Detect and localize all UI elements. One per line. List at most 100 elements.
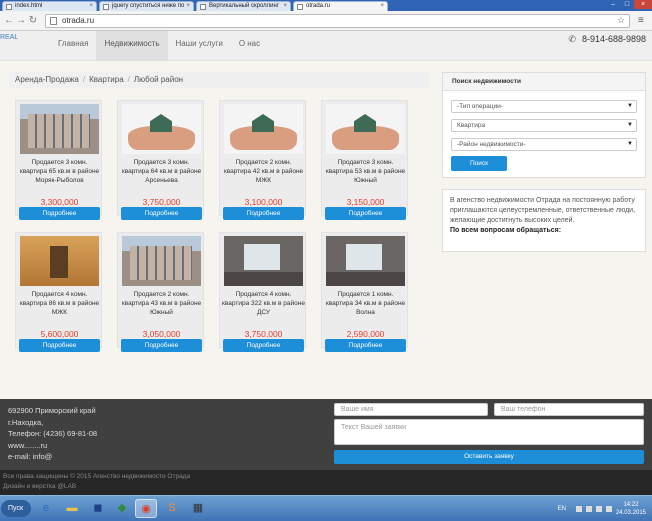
main-nav: Главная Недвижимость Наши услуги О нас <box>50 31 268 61</box>
language-indicator[interactable]: EN <box>558 506 566 512</box>
start-button[interactable]: Пуск <box>1 500 31 517</box>
listing-card: Продается 1 комн. квартира 34 кв.м в рай… <box>321 232 408 352</box>
listing-photo[interactable] <box>122 104 201 154</box>
listing-description: Продается 3 комн. квартира 65 кв.м в рай… <box>19 159 100 184</box>
footer-phone: Телефон: (4236) 69-81-08 <box>8 429 98 438</box>
listing-photo[interactable] <box>20 104 99 154</box>
system-tray: EN 14:22 24.03.2015 <box>492 498 652 519</box>
maximize-icon[interactable]: □ <box>620 0 634 9</box>
bookmark-star-icon[interactable]: ☆ <box>617 15 625 26</box>
window-controls: – □ × <box>606 0 652 11</box>
browser-tab[interactable]: jquery спуститься ниже по × <box>99 1 194 11</box>
site-footer: 692900 Приморский край г.Находка, Телефо… <box>0 399 652 470</box>
listing-photo[interactable] <box>122 236 201 286</box>
details-button[interactable]: Подробнее <box>223 339 304 352</box>
tray-icon[interactable] <box>575 505 582 512</box>
search-panel-title: Поиск недвижимости <box>443 73 645 91</box>
breadcrumb-item: Любой район <box>133 75 184 84</box>
tray-icon[interactable] <box>595 505 602 512</box>
dropdown-arrow-icon: ▼ <box>627 103 633 109</box>
sublime-icon[interactable]: S <box>161 499 183 518</box>
operation-type-select[interactable]: -Тип операции- ▼ <box>451 100 637 113</box>
listing-card: Продается 2 комн. квартира 42 кв.м в рай… <box>219 100 306 220</box>
breadcrumb-item[interactable]: Квартира <box>89 75 124 84</box>
footer-city: г.Находка, <box>8 417 44 427</box>
back-icon[interactable]: ← <box>3 15 15 26</box>
listing-photo[interactable] <box>326 236 405 286</box>
footer-contacts: 692900 Приморский край г.Находка, Телефо… <box>8 405 97 463</box>
nav-item-realty[interactable]: Недвижимость <box>96 31 168 61</box>
close-window-icon[interactable]: × <box>634 0 652 9</box>
listing-price: 3,150,000 <box>346 197 385 207</box>
breadcrumb-item[interactable]: Аренда-Продажа <box>15 75 79 84</box>
details-button[interactable]: Подробнее <box>223 207 304 220</box>
listing-price: 3,750,000 <box>244 329 283 339</box>
listing-photo[interactable] <box>224 236 303 286</box>
submit-request-button[interactable]: Оставить заявку <box>334 450 644 464</box>
listing-card: Продается 3 комн. квартира 64 кв.м в рай… <box>117 100 204 220</box>
tray-icon[interactable] <box>585 505 592 512</box>
folder-icon[interactable]: ▬ <box>61 499 83 518</box>
listing-card: Продается 3 комн. квартира 53 кв.м в рай… <box>321 100 408 220</box>
footer-address: 692900 Приморский край <box>8 406 96 415</box>
property-type-select[interactable]: Квартира ▼ <box>451 119 637 132</box>
listing-description: Продается 4 комн. квартира 322 кв.м в ра… <box>222 291 305 316</box>
search-button[interactable]: Поиск <box>451 156 507 171</box>
vacancy-text: В агенство недвижимости Отрада на постоя… <box>450 197 636 224</box>
listing-photo[interactable] <box>224 104 303 154</box>
nav-item-services[interactable]: Наши услуги <box>168 31 231 61</box>
forward-icon[interactable]: → <box>15 15 27 26</box>
chrome-icon[interactable]: ◉ <box>135 499 157 518</box>
nav-item-home[interactable]: Главная <box>50 31 96 61</box>
listing-card: Продается 3 комн. квартира 65 кв.м в рай… <box>15 100 102 220</box>
dropdown-arrow-icon: ▼ <box>627 141 633 147</box>
details-button[interactable]: Подробнее <box>121 207 202 220</box>
search-panel: Поиск недвижимости -Тип операции- ▼ Кварт… <box>442 72 646 178</box>
district-select[interactable]: -Район недвижимости- ▼ <box>451 138 637 151</box>
address-bar[interactable]: otrada.ru ☆ <box>45 13 630 28</box>
volume-icon[interactable] <box>605 505 612 512</box>
breadcrumb: Аренда-Продажа / Квартира / Любой район <box>9 72 429 88</box>
listing-card: Продается 4 комн. квартира 86 кв.м в рай… <box>15 232 102 352</box>
close-tab-icon[interactable]: × <box>89 2 93 11</box>
details-button[interactable]: Подробнее <box>325 207 406 220</box>
minimize-icon[interactable]: – <box>606 0 620 9</box>
nav-item-about[interactable]: О нас <box>231 31 268 61</box>
details-button[interactable]: Подробнее <box>121 339 202 352</box>
site-header: REAL Главная Недвижимость Наши услуги О … <box>0 31 652 61</box>
name-input[interactable]: Ваше имя <box>334 403 488 416</box>
ie-icon[interactable]: e <box>35 499 57 518</box>
browser-tab-active[interactable]: otrada.ru × <box>293 1 388 11</box>
clock-time: 14:22 <box>623 501 639 508</box>
phone-input[interactable]: Ваш телефон <box>494 403 644 416</box>
clock-date: 24.03.2015 <box>615 509 646 516</box>
close-tab-icon[interactable]: × <box>380 2 384 11</box>
listing-card: Продается 4 комн. квартира 322 кв.м в ра… <box>219 232 306 352</box>
browser-tab[interactable]: index.html × <box>2 1 97 11</box>
clock[interactable]: 14:22 24.03.2015 <box>616 501 646 517</box>
listing-photo[interactable] <box>326 104 405 154</box>
browser-tab-bar: index.html × jquery спуститься ниже по × В… <box>0 0 652 11</box>
browser-tab[interactable]: Вертикальный скроллинг × <box>196 1 291 11</box>
footer-email[interactable]: e-mail: info@ <box>8 451 97 463</box>
listing-description: Продается 3 комн. квартира 64 кв.м в рай… <box>121 159 202 184</box>
listing-price: 5,600,000 <box>40 329 79 339</box>
close-tab-icon[interactable]: × <box>186 2 190 11</box>
details-button[interactable]: Подробнее <box>19 207 100 220</box>
details-button[interactable]: Подробнее <box>325 339 406 352</box>
listing-card: Продается 2 комн. квартира 43 кв.м в рай… <box>117 232 204 352</box>
design-credit: Дизайн и верстка @LAB <box>3 483 77 490</box>
calendar-icon[interactable]: ▦ <box>187 499 209 518</box>
listing-description: Продается 1 комн. квартира 34 кв.м в рай… <box>325 291 406 316</box>
menu-icon[interactable]: ≡ <box>638 15 644 26</box>
reload-icon[interactable]: ↻ <box>27 15 39 26</box>
site-logo[interactable]: REAL <box>0 34 18 41</box>
floppy-icon[interactable]: ◼ <box>87 499 109 518</box>
details-button[interactable]: Подробнее <box>19 339 100 352</box>
app-icon[interactable]: ◆ <box>111 499 133 518</box>
footer-www[interactable]: www........ru <box>8 440 97 452</box>
listing-photo[interactable] <box>20 236 99 286</box>
request-textarea[interactable]: Текст Вашей заявки <box>334 419 644 445</box>
copyright-bar: Все права защищены © 2015 Агенство недви… <box>0 470 652 495</box>
close-tab-icon[interactable]: × <box>283 2 287 11</box>
